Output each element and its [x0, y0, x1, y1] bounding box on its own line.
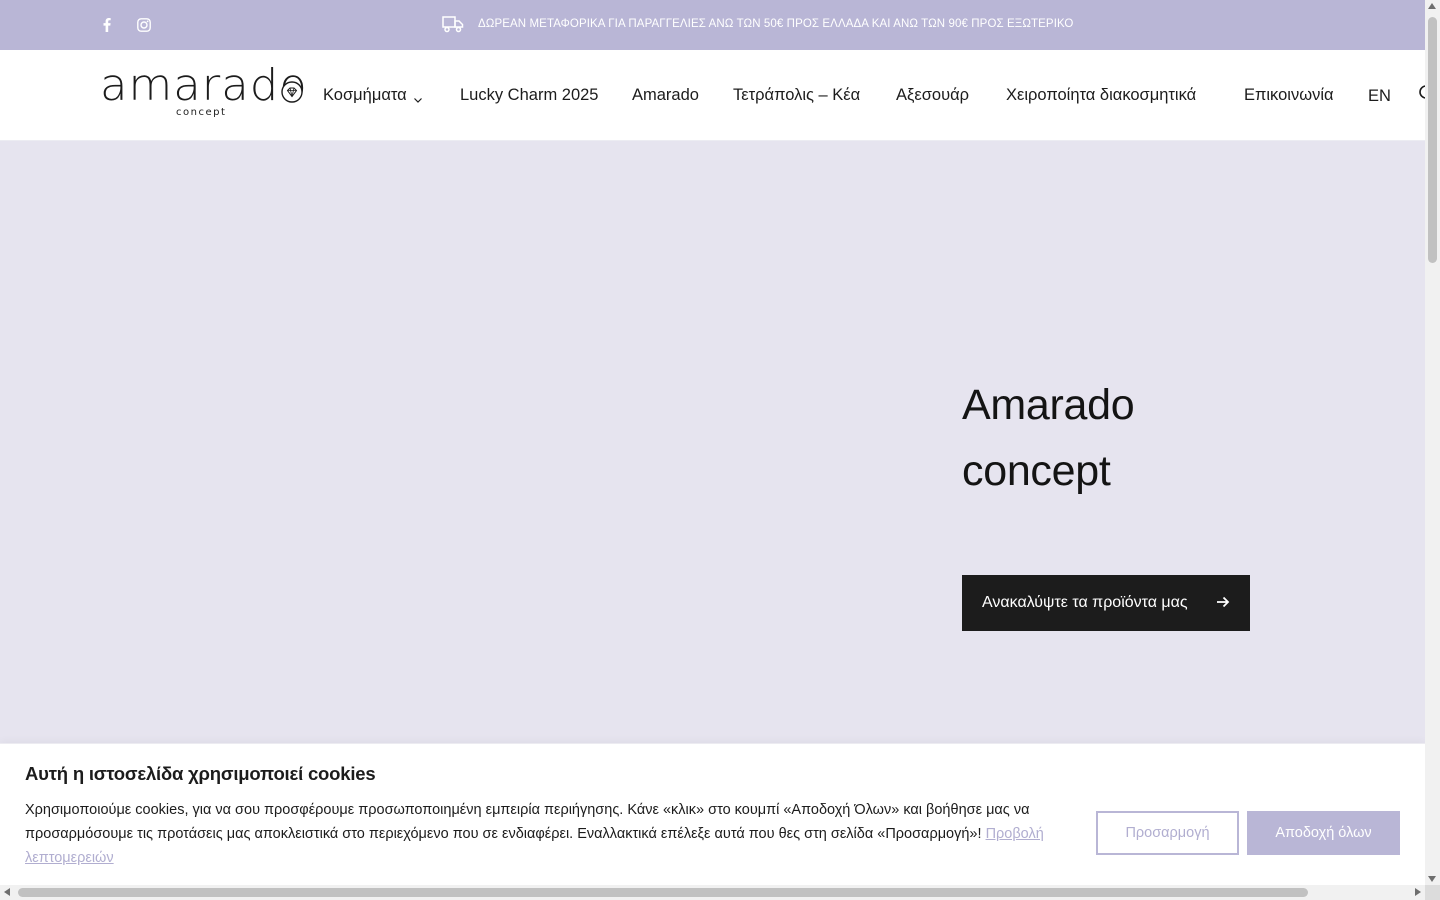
announcement-bar: ΔΩΡΕΑΝ ΜΕΤΑΦΟΡΙΚΑ ΓΙΑ ΠΑΡΑΓΓΕΛΙΕΣ ΑΝΩ ΤΩ…	[0, 0, 1425, 50]
hero-title: Amarado concept	[962, 372, 1135, 504]
logo-wordmark: amarado	[100, 60, 308, 111]
cookie-text: Χρησιμοποιούμε cookies, για να σου προσφ…	[25, 798, 1065, 870]
language-switcher[interactable]: EN	[1368, 87, 1391, 106]
horizontal-scroll-thumb[interactable]	[18, 888, 1308, 897]
discover-products-button[interactable]: Ανακαλύψτε τα προϊόντα μας	[962, 575, 1250, 631]
instagram-icon[interactable]	[134, 15, 154, 35]
chevron-down-icon	[413, 91, 423, 103]
nav-item-handmade-decor[interactable]: Χειροποίητα διακοσμητικά	[1006, 86, 1196, 105]
scroll-down-icon[interactable]	[1428, 876, 1436, 882]
customize-cookies-button[interactable]: Προσαρμογή	[1096, 811, 1239, 855]
cta-label: Ανακαλύψτε τα προϊόντα μας	[982, 594, 1188, 611]
horizontal-scrollbar[interactable]	[0, 885, 1425, 900]
truck-icon	[442, 14, 464, 34]
hero-section: Amarado concept Ανακαλύψτε τα προϊόντα μ…	[0, 141, 1425, 743]
cookie-title: Αυτή η ιστοσελίδα χρησιμοποιεί cookies	[25, 763, 376, 784]
logo-subtitle: concept	[176, 107, 227, 118]
site-header: amarado concept Κοσμήματα Lucky Charm 20…	[0, 50, 1432, 141]
nav-item-label: Κοσμήματα	[323, 86, 407, 104]
cookie-banner: Αυτή η ιστοσελίδα χρησιμοποιεί cookies Χ…	[0, 743, 1425, 887]
nav-item-jewelry[interactable]: Κοσμήματα	[323, 86, 423, 105]
nav-item-amarado[interactable]: Amarado	[632, 86, 699, 105]
accept-all-cookies-button[interactable]: Αποδοχή όλων	[1247, 811, 1400, 855]
vertical-scrollbar[interactable]	[1425, 0, 1440, 885]
scrollbar-corner	[1425, 885, 1440, 900]
vertical-scroll-thumb[interactable]	[1428, 17, 1437, 263]
scroll-up-icon[interactable]	[1428, 3, 1436, 9]
site-logo[interactable]: amarado concept	[100, 64, 307, 122]
scroll-right-icon[interactable]	[1415, 888, 1421, 896]
nav-item-tetrapolis-kea[interactable]: Τετράπολις – Κέα	[733, 86, 860, 105]
arrow-right-icon	[1216, 595, 1230, 609]
announcement-text: ΔΩΡΕΑΝ ΜΕΤΑΦΟΡΙΚΑ ΓΙΑ ΠΑΡΑΓΓΕΛΙΕΣ ΑΝΩ ΤΩ…	[478, 18, 1074, 30]
scroll-left-icon[interactable]	[4, 888, 10, 896]
hero-title-line: concept	[962, 447, 1111, 495]
nav-item-lucky-charm[interactable]: Lucky Charm 2025	[460, 86, 599, 105]
hero-title-line: Amarado	[962, 381, 1135, 429]
cookie-message: Χρησιμοποιούμε cookies, για να σου προσφ…	[25, 802, 1030, 842]
diamond-icon	[281, 81, 303, 103]
shipping-announcement: ΔΩΡΕΑΝ ΜΕΤΑΦΟΡΙΚΑ ΓΙΑ ΠΑΡΑΓΓΕΛΙΕΣ ΑΝΩ ΤΩ…	[442, 14, 1073, 34]
facebook-icon[interactable]	[97, 15, 117, 35]
nav-item-accessories[interactable]: Αξεσουάρ	[896, 86, 969, 105]
nav-item-contact[interactable]: Επικοινωνία	[1244, 86, 1334, 105]
